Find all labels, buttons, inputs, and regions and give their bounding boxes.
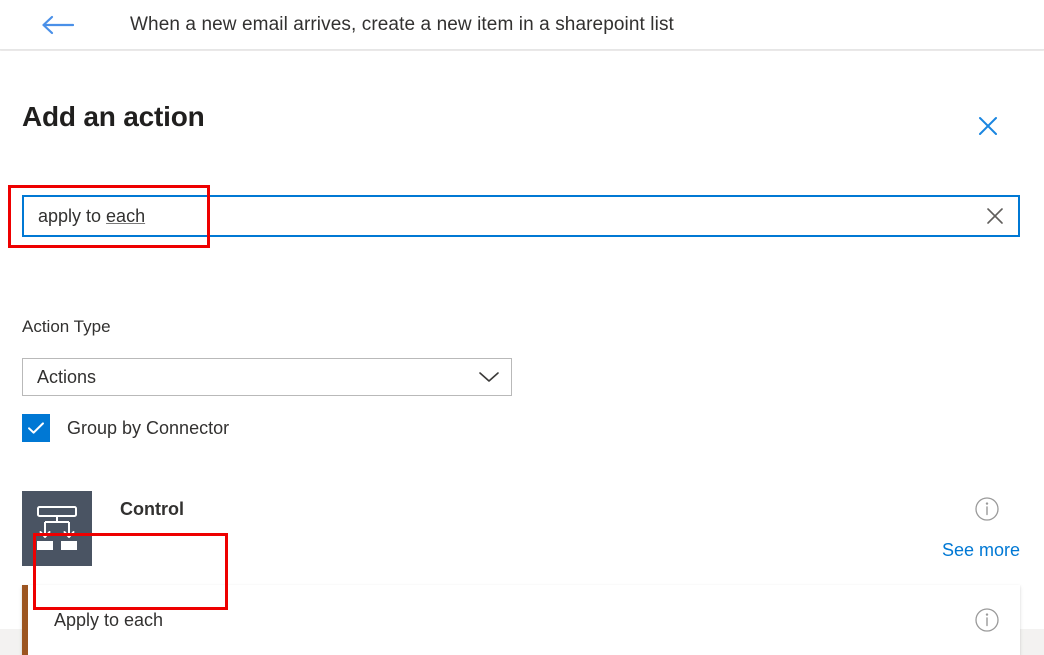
connector-name: Control [120, 499, 184, 519]
search-value-text: apply to [38, 206, 107, 226]
search-input[interactable]: apply to each [24, 197, 972, 235]
action-card-apply-to-each[interactable]: Apply to each [22, 585, 1020, 655]
flow-title: When a new email arrives, create a new i… [130, 13, 674, 35]
close-icon[interactable] [966, 106, 1010, 146]
panel-header: Add an action [0, 51, 1044, 135]
action-type-label: Action Type [22, 317, 111, 336]
info-circle-icon[interactable] [974, 607, 1000, 633]
see-more-link[interactable]: See more [920, 540, 1020, 561]
action-type-dropdown[interactable]: Actions [22, 358, 512, 396]
checkmark-icon [28, 422, 44, 434]
group-by-connector-checkbox[interactable]: Group by Connector [22, 414, 229, 442]
chevron-down-icon [467, 359, 511, 395]
search-value-misspelled: each [106, 206, 146, 226]
search-field[interactable]: apply to each [22, 195, 1020, 237]
control-flow-icon[interactable] [22, 491, 92, 566]
group-by-connector-label: Group by Connector [67, 417, 230, 438]
clear-search-icon[interactable] [972, 197, 1018, 235]
action-type-value: Actions [37, 366, 97, 387]
connector-group-control: Control See more [0, 474, 1044, 574]
add-action-panel: Add an action apply to each Action Type … [0, 51, 1044, 655]
screen-root: When a new email arrives, create a new i… [0, 0, 1044, 655]
back-arrow-icon[interactable] [40, 13, 76, 37]
info-circle-icon[interactable] [974, 496, 1000, 522]
checkbox-box[interactable] [22, 414, 50, 442]
page-title: Add an action [22, 101, 205, 132]
action-name: Apply to each [54, 609, 164, 630]
flow-header: When a new email arrives, create a new i… [0, 0, 1044, 50]
